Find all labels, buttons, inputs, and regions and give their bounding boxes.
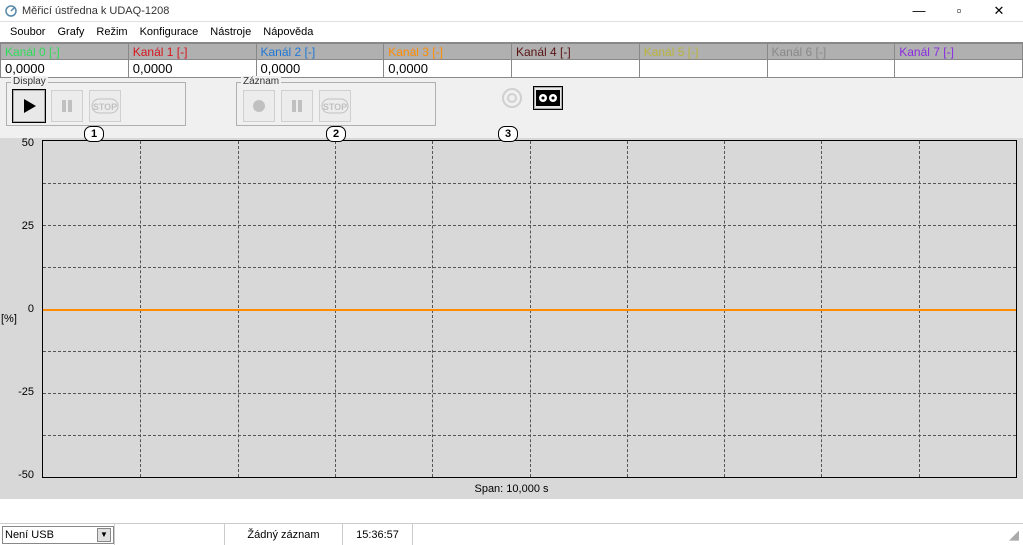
record-group-label: Záznam <box>241 76 281 87</box>
plot-canvas[interactable] <box>42 140 1017 478</box>
close-button[interactable]: ✕ <box>979 0 1019 22</box>
y-tick-50: 50 <box>22 137 34 149</box>
record-status: Žádný záznam <box>224 524 342 545</box>
channel-2[interactable]: Kanál 2 [-] <box>257 43 385 60</box>
menu-grafy[interactable]: Grafy <box>51 24 90 40</box>
channel-header-row: Kanál 0 [-] Kanál 1 [-] Kanál 2 [-] Kaná… <box>0 42 1023 60</box>
statusbar: Není USB ▼ Žádný záznam 15:36:57 ◢ <box>0 523 1023 545</box>
menu-napoveda[interactable]: Nápověda <box>257 24 319 40</box>
toolbar-area: Display STOP Záznam STOP 1 2 3 <box>0 78 1023 138</box>
time-display: 15:36:57 <box>342 524 412 545</box>
app-icon <box>4 4 18 18</box>
record-stop-button[interactable]: STOP <box>319 90 351 122</box>
menu-konfigurace[interactable]: Konfigurace <box>134 24 205 40</box>
channel-7-value <box>895 60 1023 78</box>
channel-0[interactable]: Kanál 0 [-] <box>0 43 129 60</box>
dropdown-arrow-icon: ▼ <box>97 528 111 542</box>
status-filler <box>412 524 1005 545</box>
channel-4[interactable]: Kanál 4 [-] <box>512 43 640 60</box>
display-group-label: Display <box>11 76 48 87</box>
display-play-button[interactable] <box>13 90 45 122</box>
y-axis-label: [%] <box>1 313 17 325</box>
display-group: Display STOP <box>6 82 186 126</box>
menu-soubor[interactable]: Soubor <box>4 24 51 40</box>
channel-7[interactable]: Kanál 7 [-] <box>895 43 1023 60</box>
channel-3[interactable]: Kanál 3 [-] <box>384 43 512 60</box>
display-pause-button[interactable] <box>51 90 83 122</box>
callout-1: 1 <box>84 126 104 142</box>
extra-buttons <box>496 82 562 114</box>
svg-text:STOP: STOP <box>323 102 347 112</box>
channel-6-value <box>768 60 896 78</box>
y-tick-25: 25 <box>22 220 34 232</box>
channel-value-row: 0,0000 0,0000 0,0000 0,0000 <box>0 60 1023 78</box>
menubar: Soubor Grafy Režim Konfigurace Nástroje … <box>0 22 1023 42</box>
y-tick-n25: -25 <box>18 386 34 398</box>
record-group: Záznam STOP <box>236 82 436 126</box>
chart-area: [%] 50 25 0 -25 -50 Span: 10,000 s <box>0 138 1023 499</box>
svg-text:STOP: STOP <box>93 102 117 112</box>
channel-3-value: 0,0000 <box>384 60 512 78</box>
callout-3: 3 <box>498 126 518 142</box>
channel-5[interactable]: Kanál 5 [-] <box>640 43 768 60</box>
channel-1-value: 0,0000 <box>129 60 257 78</box>
minimize-button[interactable]: — <box>899 0 939 22</box>
display-stop-button[interactable]: STOP <box>89 90 121 122</box>
channel-5-value <box>640 60 768 78</box>
maximize-button[interactable]: ▫ <box>939 0 979 22</box>
chart-span-label: Span: 10,000 s <box>6 478 1017 499</box>
callout-2: 2 <box>326 126 346 142</box>
menu-rezim[interactable]: Režim <box>90 24 133 40</box>
series-line-channel-3 <box>43 309 1016 311</box>
connection-value: Není USB <box>5 529 54 541</box>
resize-grip-icon[interactable]: ◢ <box>1005 527 1023 543</box>
status-empty <box>114 524 224 545</box>
channel-6[interactable]: Kanál 6 [-] <box>768 43 896 60</box>
menu-nastroje[interactable]: Nástroje <box>204 24 257 40</box>
window-title: Měřicí ústředna k UDAQ-1208 <box>22 5 899 17</box>
y-tick-n50: -50 <box>18 469 34 481</box>
channel-1[interactable]: Kanál 1 [-] <box>129 43 257 60</box>
channel-4-value <box>512 60 640 78</box>
circle-button[interactable] <box>496 82 528 114</box>
connection-dropdown[interactable]: Není USB ▼ <box>2 526 114 544</box>
y-axis-ticks: 50 25 0 -25 -50 <box>16 140 36 478</box>
record-pause-button[interactable] <box>281 90 313 122</box>
titlebar: Měřicí ústředna k UDAQ-1208 — ▫ ✕ <box>0 0 1023 22</box>
record-start-button[interactable] <box>243 90 275 122</box>
tape-button[interactable] <box>534 87 562 109</box>
y-tick-0: 0 <box>28 303 34 315</box>
